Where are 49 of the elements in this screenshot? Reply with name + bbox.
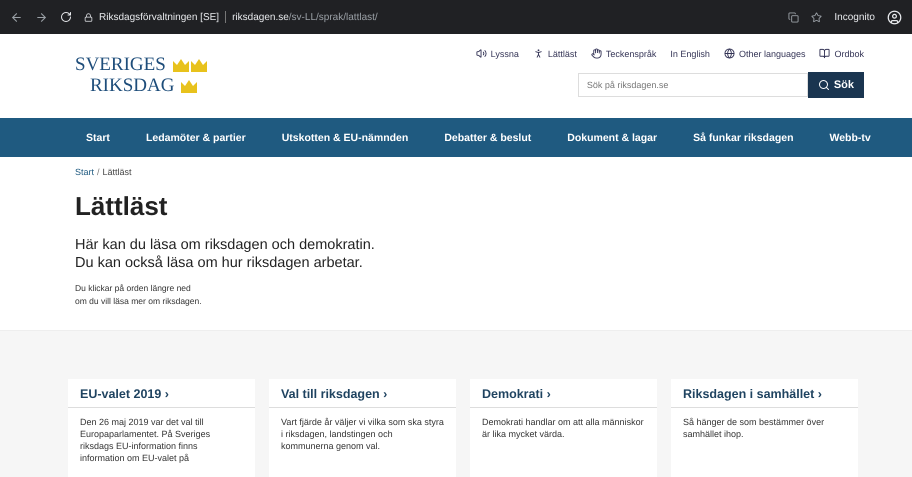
card-text: Den 26 maj 2019 var det val till Europaparlamentet. På Sveriges riksdags EU-information finns information om EU-valet på: [79, 416, 212, 465]
nav-link[interactable]: Utskotten & EU-nämnden: [282, 132, 408, 144]
globe-icon: [724, 48, 735, 59]
lead-text: Här kan du läsa om riksdagen och demokratin. Du kan också läsa om hur riksdagen arbetar.: [75, 236, 376, 272]
logo-text[interactable]: SVERIGES: [75, 54, 166, 75]
bookmark-star-icon[interactable]: [811, 12, 822, 22]
reload-icon[interactable]: [60, 11, 72, 23]
forward-icon[interactable]: [35, 10, 48, 24]
speaker-icon: [476, 48, 487, 59]
tool-link[interactable]: Teckenspråk: [590, 48, 656, 59]
tool-link[interactable]: Lyssna: [476, 48, 519, 59]
lock-icon: [84, 12, 93, 22]
tool-link[interactable]: Lättläst: [532, 48, 577, 59]
nav-link[interactable]: Dokument & lagar: [567, 132, 658, 144]
tool-link[interactable]: Ordbok: [819, 48, 864, 59]
nav-link[interactable]: Webb-tv: [829, 132, 871, 144]
nav-link[interactable]: Så funkar riksdagen: [693, 132, 794, 144]
tool-link[interactable]: Other languages: [724, 48, 806, 59]
card-title-link[interactable]: Val till riksdagen ›: [269, 379, 456, 408]
nav-link[interactable]: Debatter & beslut: [444, 132, 532, 144]
profile-label: Incognito: [834, 12, 875, 22]
nav-link[interactable]: Start: [86, 132, 110, 144]
nav-link[interactable]: Ledamöter & partier: [146, 132, 246, 144]
crown-icon: [172, 56, 208, 72]
url-text[interactable]: riksdagen.se/sv-LL/sprak/lattlast/: [232, 12, 378, 22]
card-title-link[interactable]: Riksdagen i samhället ›: [671, 379, 858, 408]
card-text: Demokrati handlar om att alla människor är lika mycket värda.: [481, 416, 645, 441]
person-icon: [532, 48, 544, 59]
crown-icon: [180, 78, 198, 94]
search-icon: [818, 79, 830, 91]
search-button[interactable]: Sök: [808, 72, 864, 98]
card-title-link[interactable]: Demokrati ›: [470, 379, 657, 408]
breadcrumb-separator: /: [97, 167, 100, 177]
copy-icon[interactable]: [788, 12, 800, 22]
tool-link[interactable]: In English: [670, 48, 710, 59]
back-icon[interactable]: [10, 10, 23, 24]
page-title: Lättläst: [75, 191, 168, 222]
hand-icon: [590, 48, 602, 59]
search-field[interactable]: Sök på riksdagen.se: [578, 73, 808, 97]
site-label: Riksdagsförvaltningen [SE]: [99, 12, 220, 22]
breadcrumb-link[interactable]: Lättläst: [102, 167, 132, 177]
book-icon: [819, 48, 830, 59]
breadcrumb-link[interactable]: Start: [75, 167, 94, 177]
profile-icon[interactable]: [887, 10, 902, 24]
card-text: Vart fjärde år väljer vi vilka som ska styra i riksdagen, landstingen och kommunerna genom val.: [280, 416, 445, 453]
hint-text: Du klickar på orden längre ned om du vill läsa mer om riksdagen.: [75, 282, 203, 308]
logo-text[interactable]: RIKSDAG: [90, 75, 174, 96]
card-text: Så hänger de som bestämmer över samhället ihop.: [682, 416, 826, 441]
card-title-link[interactable]: EU-valet 2019 ›: [68, 379, 255, 408]
